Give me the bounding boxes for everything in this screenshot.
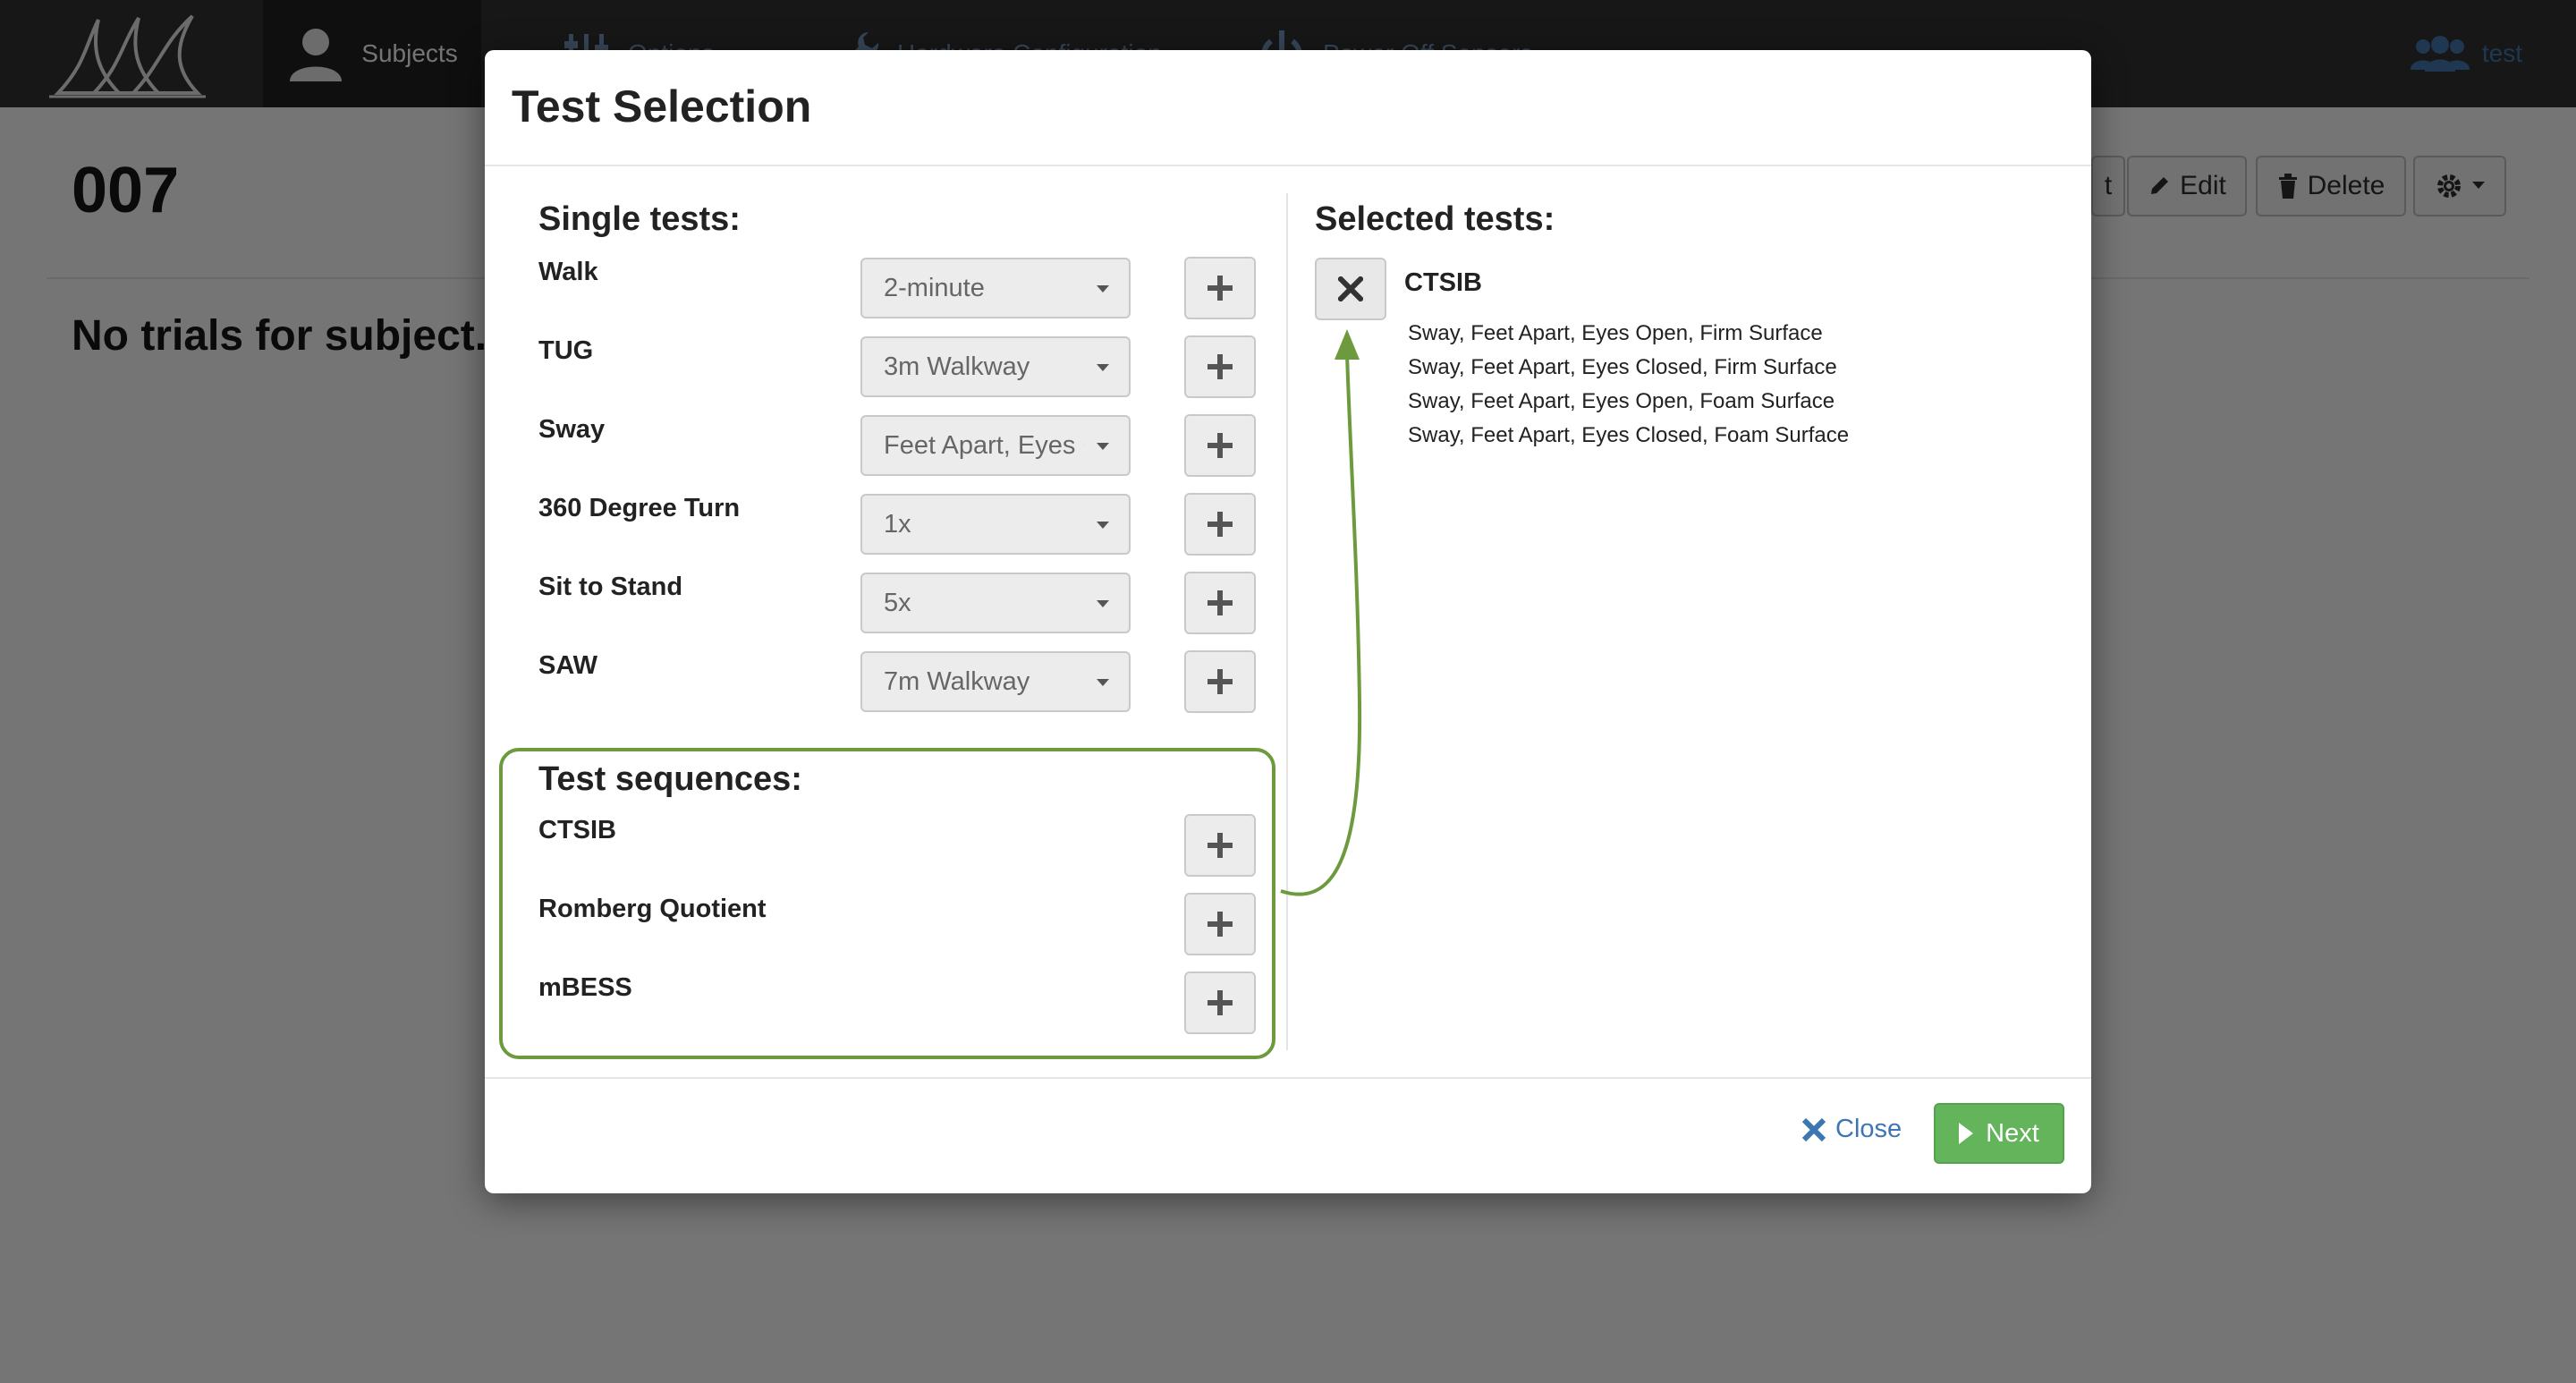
add-360-turn-button[interactable] (1184, 493, 1256, 556)
single-tests-heading: Single tests: (538, 200, 741, 238)
add-romberg-quotient-button[interactable] (1184, 893, 1256, 955)
selected-test-item: Sway, Feet Apart, Eyes Closed, Foam Surf… (1408, 423, 1850, 447)
select-value: 7m Walkway (884, 666, 1030, 696)
add-ctsib-button[interactable] (1184, 814, 1256, 877)
sway-select[interactable]: Feet Apart, Eyes Open (860, 415, 1131, 476)
plus-icon (1208, 590, 1233, 615)
tug-select[interactable]: 3m Walkway (860, 336, 1131, 397)
walk-select[interactable]: 2-minute (860, 258, 1131, 318)
plus-icon (1208, 990, 1233, 1015)
selected-test-item: Sway, Feet Apart, Eyes Closed, Firm Surf… (1408, 355, 1837, 379)
single-test-label: Sit to Stand (538, 573, 683, 601)
test-selection-modal: Test Selection Single tests: Walk 2-minu… (485, 50, 2091, 1193)
single-test-label: Sway (538, 415, 606, 444)
next-button[interactable]: Next (1934, 1103, 2064, 1164)
caret-down-icon (1097, 285, 1109, 293)
plus-icon (1208, 276, 1233, 301)
add-tug-button[interactable] (1184, 335, 1256, 398)
single-test-label: Walk (538, 258, 598, 286)
select-value: 3m Walkway (884, 352, 1030, 381)
add-sway-button[interactable] (1184, 414, 1256, 477)
add-mbess-button[interactable] (1184, 971, 1256, 1034)
close-icon (1338, 276, 1363, 301)
plus-icon (1208, 354, 1233, 379)
select-value: 5x (884, 588, 911, 617)
plus-icon (1208, 512, 1233, 537)
selected-test-items: Sway, Feet Apart, Eyes Open, Firm Surfac… (1408, 317, 1849, 453)
caret-down-icon (1097, 600, 1109, 607)
single-test-label: 360 Degree Turn (538, 494, 741, 522)
select-value: 1x (884, 509, 911, 539)
select-value: Feet Apart, Eyes Open (884, 430, 1084, 460)
add-walk-button[interactable] (1184, 257, 1256, 319)
caret-down-icon (1097, 679, 1109, 686)
test-sequences-heading: Test sequences: (538, 760, 802, 798)
sequence-label: Romberg Quotient (538, 895, 767, 923)
remove-selected-button[interactable] (1315, 258, 1386, 320)
caret-down-icon (1097, 443, 1109, 450)
modal-header: Test Selection (485, 50, 2091, 166)
single-test-label: TUG (538, 336, 594, 365)
saw-select[interactable]: 7m Walkway (860, 651, 1131, 712)
selected-test-item: Sway, Feet Apart, Eyes Open, Foam Surfac… (1408, 389, 1835, 413)
next-label: Next (1986, 1118, 2039, 1148)
plus-icon (1208, 433, 1233, 458)
close-button[interactable]: Close (1801, 1115, 1902, 1144)
annotation-arrow (1280, 329, 1362, 896)
select-value: 2-minute (884, 273, 985, 302)
close-icon (1801, 1117, 1826, 1141)
plus-icon (1208, 833, 1233, 858)
selected-test-name: CTSIB (1404, 268, 1482, 297)
sit-to-stand-select[interactable]: 5x (860, 573, 1131, 633)
modal-title: Test Selection (512, 81, 812, 132)
add-sit-to-stand-button[interactable] (1184, 572, 1256, 634)
selected-tests-heading: Selected tests: (1315, 200, 1555, 238)
add-saw-button[interactable] (1184, 650, 1256, 713)
plus-icon (1208, 669, 1233, 694)
single-test-label: SAW (538, 651, 598, 680)
caret-down-icon (1097, 364, 1109, 371)
sequence-label: CTSIB (538, 816, 616, 844)
turn-360-select[interactable]: 1x (860, 494, 1131, 555)
selected-test-item: Sway, Feet Apart, Eyes Open, Firm Surfac… (1408, 321, 1823, 345)
close-label: Close (1835, 1115, 1902, 1143)
sequence-label: mBESS (538, 973, 632, 1002)
caret-down-icon (1097, 522, 1109, 529)
plus-icon (1208, 912, 1233, 937)
play-icon (1959, 1123, 1974, 1144)
